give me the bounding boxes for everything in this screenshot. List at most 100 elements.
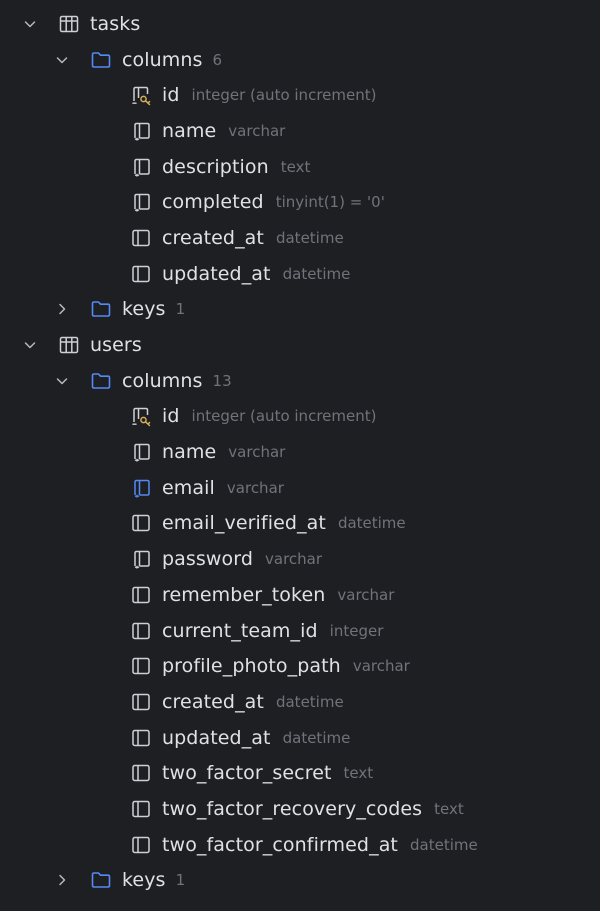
tree-node-column[interactable]: name varchar (0, 434, 600, 470)
tree-node-column[interactable]: two_factor_secret text (0, 755, 600, 791)
table-icon (58, 13, 80, 35)
folder-label: keys (122, 869, 166, 892)
tree-node-column[interactable]: created_at datetime (0, 220, 600, 256)
column-name: updated_at (162, 726, 271, 749)
chevron-down-icon[interactable] (22, 337, 38, 353)
primary-key-column-icon (130, 405, 152, 427)
column-name: id (162, 84, 180, 107)
keys-count: 1 (175, 300, 186, 319)
column-name: password (162, 548, 254, 571)
table-icon (58, 334, 80, 356)
tree-node-columns-folder[interactable]: columns 6 (0, 42, 600, 78)
column-name: two_factor_confirmed_at (162, 833, 398, 856)
column-type: datetime (275, 228, 344, 247)
tree-node-column[interactable]: description text (0, 149, 600, 185)
column-type: datetime (282, 728, 351, 747)
column-name: current_team_id (162, 619, 318, 642)
column-icon (130, 512, 152, 534)
column-type: varchar (265, 550, 323, 569)
column-icon (130, 584, 152, 606)
column-type: text (280, 157, 311, 176)
column-type: varchar (228, 443, 286, 462)
column-icon (130, 655, 152, 677)
tree-node-column[interactable]: name varchar (0, 113, 600, 149)
tree-node-table-users[interactable]: users (0, 327, 600, 363)
tree-node-column[interactable]: updated_at datetime (0, 256, 600, 292)
chevron-down-icon[interactable] (54, 373, 70, 389)
column-name: description (162, 155, 269, 178)
tree-node-table-tasks[interactable]: tasks (0, 6, 600, 42)
column-type: integer (auto increment) (191, 407, 377, 426)
column-name: name (162, 119, 217, 142)
not-null-column-icon (130, 548, 152, 570)
tree-node-column[interactable]: password varchar (0, 541, 600, 577)
not-null-column-icon (130, 120, 152, 142)
folder-label: keys (122, 298, 166, 321)
database-schema-tree: tasks columns 6 id integer (auto increme… (0, 0, 600, 911)
column-icon (130, 620, 152, 642)
folder-label: columns (122, 48, 203, 71)
column-type: varchar (226, 478, 284, 497)
column-type: varchar (337, 585, 395, 604)
tree-node-column[interactable]: updated_at datetime (0, 720, 600, 756)
not-null-column-icon (130, 156, 152, 178)
tree-node-column[interactable]: completed tinyint(1) = '0' (0, 184, 600, 220)
tree-node-column[interactable]: id integer (auto increment) (0, 77, 600, 113)
column-name: email (162, 476, 215, 499)
column-type: integer (auto increment) (191, 86, 377, 105)
tree-node-column[interactable]: current_team_id integer (0, 613, 600, 649)
column-type: text (343, 764, 374, 783)
chevron-down-icon[interactable] (22, 16, 38, 32)
not-null-column-icon (130, 441, 152, 463)
column-name: two_factor_recovery_codes (162, 797, 423, 820)
folder-icon (90, 49, 112, 71)
column-type: datetime (410, 835, 478, 854)
column-name: name (162, 441, 217, 464)
tree-node-columns-folder[interactable]: columns 13 (0, 363, 600, 399)
columns-count: 6 (212, 50, 223, 69)
folder-icon (90, 370, 112, 392)
unique-index-column-icon (130, 477, 152, 499)
keys-count: 1 (175, 871, 186, 890)
column-name: email_verified_at (162, 512, 326, 535)
column-name: two_factor_secret (162, 762, 332, 785)
column-type: datetime (282, 264, 351, 283)
folder-icon (90, 869, 112, 891)
column-icon (130, 691, 152, 713)
tree-node-column[interactable]: email_verified_at datetime (0, 506, 600, 542)
column-type: varchar (352, 657, 410, 676)
not-null-column-icon (130, 191, 152, 213)
table-name: users (90, 334, 142, 357)
tree-node-keys-folder[interactable]: keys 1 (0, 863, 600, 899)
tree-node-column[interactable]: profile_photo_path varchar (0, 648, 600, 684)
folder-icon (90, 298, 112, 320)
chevron-down-icon[interactable] (54, 52, 70, 68)
column-icon (130, 762, 152, 784)
column-icon (130, 834, 152, 856)
chevron-right-icon[interactable] (54, 872, 70, 888)
column-type: tinyint(1) = '0' (275, 193, 385, 212)
tree-node-column[interactable]: id integer (auto increment) (0, 399, 600, 435)
column-type: datetime (275, 692, 344, 711)
column-name: updated_at (162, 262, 271, 285)
column-type: varchar (228, 121, 286, 140)
tree-node-column[interactable]: two_factor_confirmed_at datetime (0, 827, 600, 863)
column-icon (130, 798, 152, 820)
column-name: created_at (162, 690, 264, 713)
primary-key-column-icon (130, 84, 152, 106)
tree-node-column[interactable]: email varchar (0, 470, 600, 506)
column-name: profile_photo_path (162, 655, 341, 678)
chevron-right-icon[interactable] (54, 301, 70, 317)
column-name: remember_token (162, 583, 326, 606)
tree-node-column[interactable]: remember_token varchar (0, 577, 600, 613)
column-type: datetime (337, 514, 406, 533)
column-icon (130, 227, 152, 249)
column-type: text (434, 799, 464, 818)
column-type: integer (329, 621, 384, 640)
columns-count: 13 (212, 371, 232, 390)
tree-node-column[interactable]: two_factor_recovery_codes text (0, 791, 600, 827)
column-name: created_at (162, 226, 264, 249)
tree-node-column[interactable]: created_at datetime (0, 684, 600, 720)
tree-node-keys-folder[interactable]: keys 1 (0, 292, 600, 328)
column-name: id (162, 405, 180, 428)
